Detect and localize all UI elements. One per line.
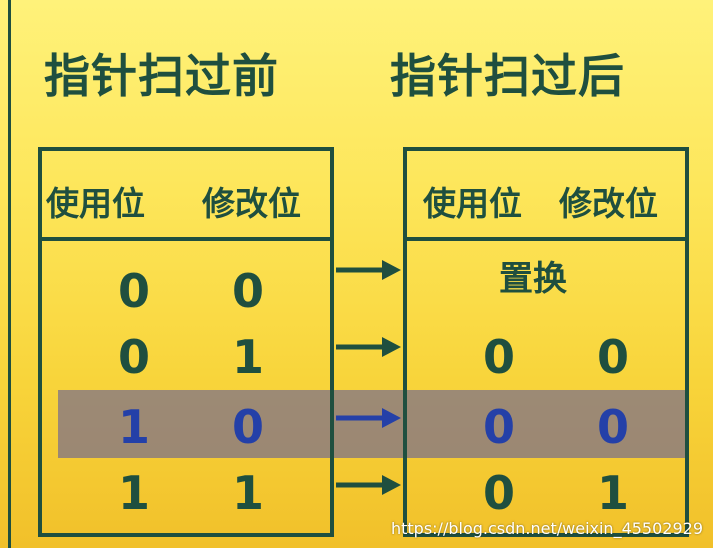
- header-modify-bit: 修改位: [202, 184, 301, 223]
- header-modify-bit: 修改位: [559, 184, 658, 223]
- title-after-scan: 指针扫过后: [390, 49, 625, 103]
- before-row3-use: 1: [117, 400, 150, 454]
- before-row1-use: 0: [117, 264, 150, 318]
- header-use-bit: 使用位: [423, 184, 522, 223]
- arrow-right-icon: [336, 260, 401, 280]
- before-row4-modify: 1: [231, 466, 264, 520]
- replace-label: 置换: [499, 259, 567, 299]
- before-row4-use: 1: [117, 466, 150, 520]
- after-row4-modify: 1: [596, 466, 629, 520]
- header-use-bit: 使用位: [46, 184, 145, 223]
- slide: 指针扫过前 指针扫过后 使用位 修改位 0 0 0 1 1 0 1 1 使用位 …: [0, 0, 713, 548]
- before-row2-use: 0: [117, 330, 150, 384]
- table-after: 使用位 修改位 置换 0 0 0 0 0 1: [403, 147, 689, 537]
- before-row1-modify: 0: [231, 264, 264, 318]
- table-after-header: 使用位 修改位: [407, 151, 685, 241]
- arrow-right-icon: [336, 408, 401, 428]
- frame-edge: [8, 0, 11, 548]
- arrow-right-icon: [336, 475, 401, 495]
- after-row3-use: 0: [482, 400, 515, 454]
- after-row2-modify: 0: [596, 330, 629, 384]
- before-row2-modify: 1: [231, 330, 264, 384]
- after-row3-modify: 0: [596, 400, 629, 454]
- table-before: 使用位 修改位 0 0 0 1 1 0 1 1: [38, 147, 334, 537]
- before-row3-modify: 0: [231, 400, 264, 454]
- arrow-right-icon: [336, 337, 401, 357]
- table-before-header: 使用位 修改位: [42, 151, 330, 241]
- after-row2-use: 0: [482, 330, 515, 384]
- after-row4-use: 0: [482, 466, 515, 520]
- watermark: https://blog.csdn.net/weixin_45502929: [390, 519, 703, 538]
- title-before-scan: 指针扫过前: [44, 49, 279, 103]
